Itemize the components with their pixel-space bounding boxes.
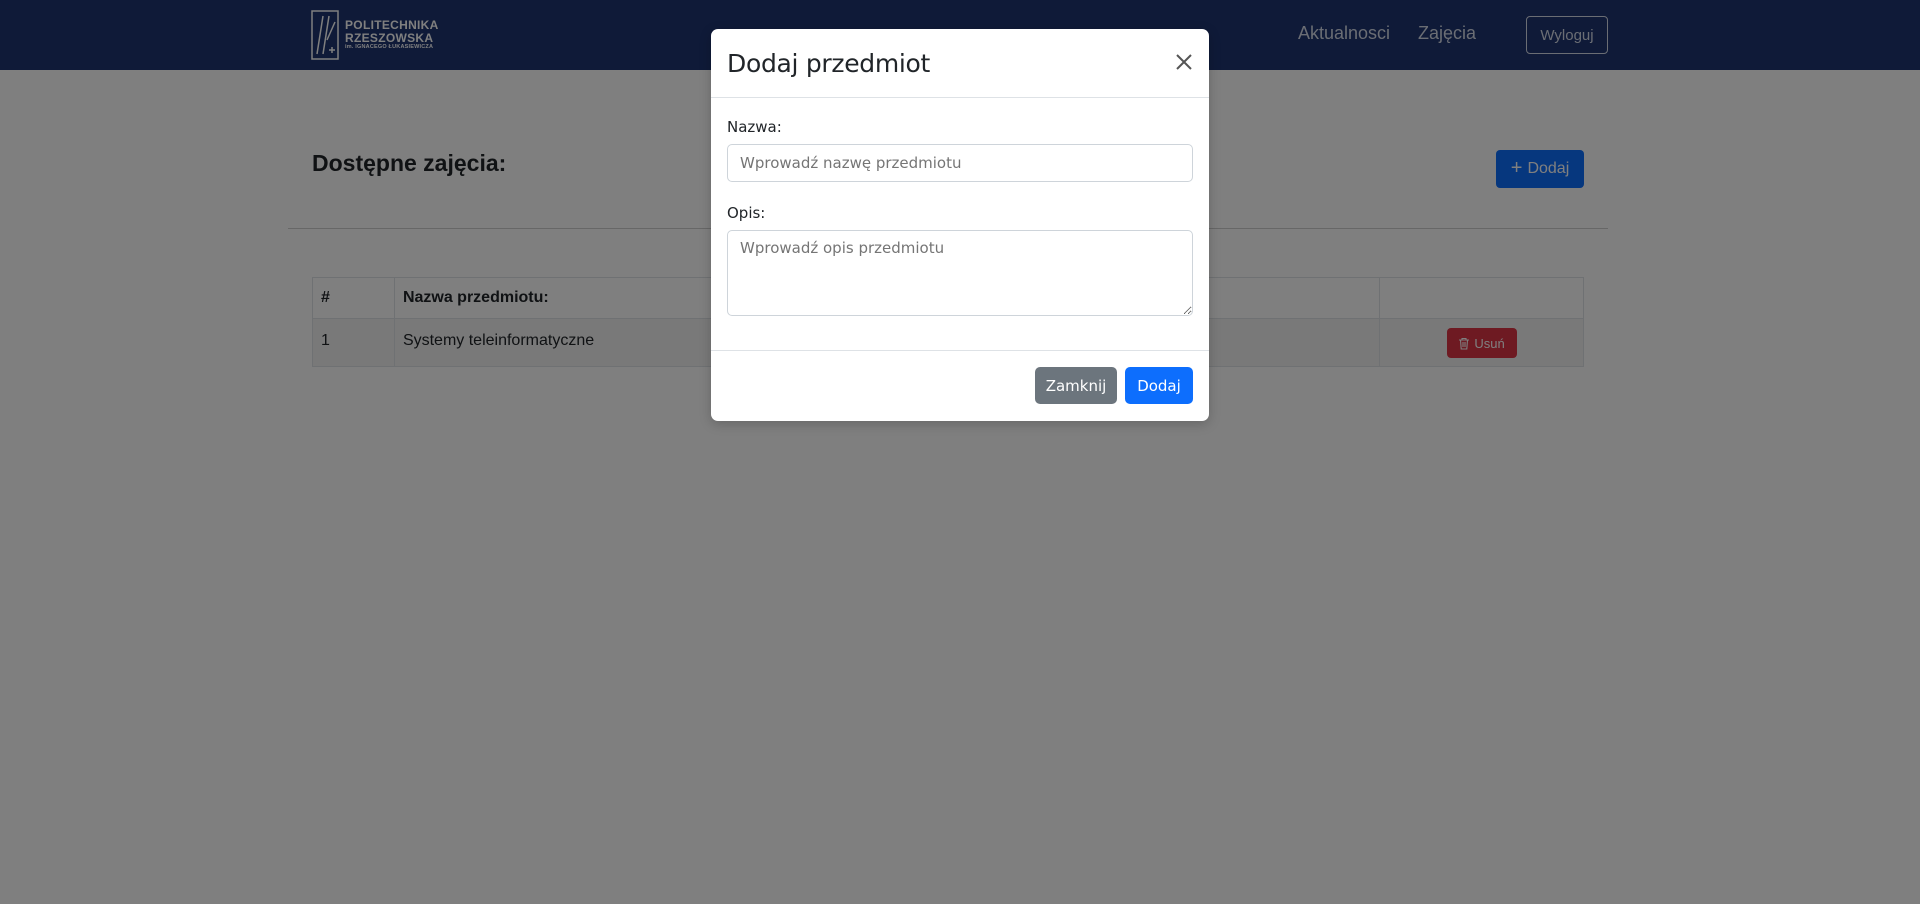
close-modal-button[interactable]: Zamknij — [1035, 367, 1117, 404]
course-description-input[interactable] — [727, 230, 1193, 316]
modal-close-button[interactable] — [1173, 51, 1195, 73]
close-icon — [1176, 54, 1192, 70]
course-name-input[interactable] — [727, 144, 1193, 182]
modal-header: Dodaj przedmiot — [711, 29, 1209, 98]
save-course-button[interactable]: Dodaj — [1125, 367, 1193, 404]
modal-body: Nazwa: Opis: — [711, 98, 1209, 351]
modal-footer: Zamknij Dodaj — [711, 351, 1209, 420]
name-label: Nazwa: — [727, 118, 782, 136]
modal-title: Dodaj przedmiot — [727, 49, 931, 78]
add-course-modal: Dodaj przedmiot Nazwa: Opis: Zamknij Dod… — [711, 29, 1209, 421]
description-label: Opis: — [727, 204, 766, 222]
